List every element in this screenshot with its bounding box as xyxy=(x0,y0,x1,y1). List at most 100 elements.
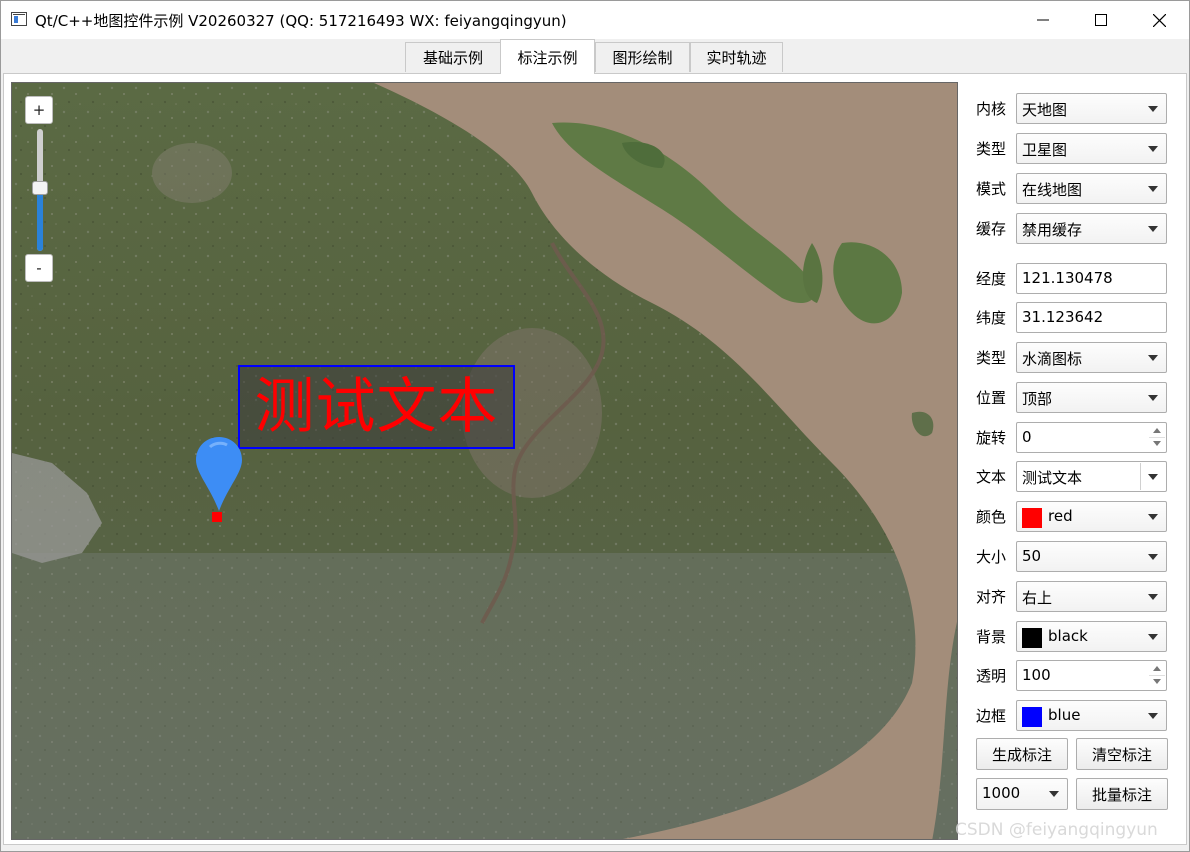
position-value: 顶部 xyxy=(1022,390,1053,408)
cache-value: 禁用缓存 xyxy=(1022,221,1083,239)
color-select[interactable]: red xyxy=(1016,501,1167,532)
opacity-spinbox[interactable]: 100 xyxy=(1016,660,1167,691)
chevron-down-icon xyxy=(1148,186,1158,192)
arrow-up-icon xyxy=(1153,428,1161,433)
border-label: 边框 xyxy=(976,707,1007,725)
tab-basic[interactable]: 基础示例 xyxy=(405,42,501,72)
minimize-icon xyxy=(1037,19,1049,21)
chevron-down-icon xyxy=(1148,634,1158,640)
color-value: red xyxy=(1048,507,1073,525)
border-value: blue xyxy=(1048,706,1081,724)
spin-down-button[interactable] xyxy=(1149,437,1165,450)
latitude-row: 纬度 31.123642 xyxy=(976,300,1176,334)
chevron-down-icon xyxy=(1148,713,1158,719)
clear-markers-button[interactable]: 清空标注 xyxy=(1076,738,1168,770)
mode-value: 在线地图 xyxy=(1022,181,1083,199)
longitude-value: 121.130478 xyxy=(1022,269,1113,287)
close-button[interactable] xyxy=(1130,1,1188,39)
batch-count-select[interactable]: 1000 xyxy=(976,778,1068,810)
cache-label: 缓存 xyxy=(976,220,1007,238)
text-label: 文本 xyxy=(976,468,1007,486)
zoom-in-button[interactable]: + xyxy=(25,96,53,124)
window-title: Qt/C++地图控件示例 V20260327 (QQ: 517216493 WX… xyxy=(35,12,567,30)
cache-row: 缓存 禁用缓存 xyxy=(976,211,1176,245)
marker-text-label[interactable]: 测试文本 xyxy=(238,365,515,449)
map-view[interactable]: + - 测试文本 xyxy=(11,82,958,840)
background-label: 背景 xyxy=(976,628,1007,646)
marker-type-label: 类型 xyxy=(976,349,1007,367)
arrow-down-icon xyxy=(1153,679,1161,684)
background-value: black xyxy=(1048,627,1088,645)
cache-select[interactable]: 禁用缓存 xyxy=(1016,213,1167,244)
position-select[interactable]: 顶部 xyxy=(1016,382,1167,413)
rotation-label: 旋转 xyxy=(976,429,1007,447)
color-row: 颜色 red xyxy=(976,499,1176,533)
align-label: 对齐 xyxy=(976,588,1007,606)
kernel-select[interactable]: 天地图 xyxy=(1016,93,1167,124)
mode-row: 模式 在线地图 xyxy=(976,171,1176,205)
teardrop-marker-icon[interactable] xyxy=(194,435,244,515)
latitude-input[interactable]: 31.123642 xyxy=(1016,302,1167,333)
app-icon xyxy=(11,12,27,26)
arrow-up-icon xyxy=(1153,666,1161,671)
combo-separator xyxy=(1140,463,1141,490)
title-bar: Qt/C++地图控件示例 V20260327 (QQ: 517216493 WX… xyxy=(1,1,1189,39)
map-type-value: 卫星图 xyxy=(1022,141,1068,159)
zoom-slider-handle[interactable] xyxy=(32,181,48,195)
text-row: 文本 测试文本 xyxy=(976,459,1176,493)
spin-up-button[interactable] xyxy=(1149,662,1165,676)
longitude-input[interactable]: 121.130478 xyxy=(1016,263,1167,294)
marker-type-row: 类型 水滴图标 xyxy=(976,340,1176,374)
rotation-spinbox[interactable]: 0 xyxy=(1016,422,1167,453)
chevron-down-icon xyxy=(1148,106,1158,112)
satellite-imagery xyxy=(12,83,957,839)
maximize-icon xyxy=(1095,14,1107,26)
latitude-label: 纬度 xyxy=(976,309,1007,327)
align-value: 右上 xyxy=(1022,589,1053,607)
minimize-button[interactable] xyxy=(1014,1,1072,39)
control-panel: 内核 天地图 类型 卫星图 模式 在线地图 缓存 禁用缓存 经度 121.130… xyxy=(966,82,1178,840)
longitude-row: 经度 121.130478 xyxy=(976,261,1176,295)
batch-count-value: 1000 xyxy=(982,784,1021,802)
marker-type-select[interactable]: 水滴图标 xyxy=(1016,342,1167,373)
spin-down-button[interactable] xyxy=(1149,675,1165,688)
batch-marker-button[interactable]: 批量标注 xyxy=(1076,778,1168,810)
opacity-row: 透明 100 xyxy=(976,658,1176,692)
background-select[interactable]: black xyxy=(1016,621,1167,652)
tab-bar: 基础示例 标注示例 图形绘制 实时轨迹 xyxy=(1,39,1189,74)
latitude-value: 31.123642 xyxy=(1022,308,1104,326)
tab-marker[interactable]: 标注示例 xyxy=(500,39,595,74)
text-value: 测试文本 xyxy=(1022,469,1083,487)
zoom-out-button[interactable]: - xyxy=(25,254,53,282)
maximize-button[interactable] xyxy=(1072,1,1130,39)
border-select[interactable]: blue xyxy=(1016,700,1167,731)
close-icon xyxy=(1152,13,1166,27)
mode-label: 模式 xyxy=(976,180,1007,198)
text-combobox[interactable]: 测试文本 xyxy=(1016,461,1167,492)
chevron-down-icon[interactable] xyxy=(1148,474,1158,480)
map-type-select[interactable]: 卫星图 xyxy=(1016,133,1167,164)
chevron-down-icon xyxy=(1049,791,1059,797)
chevron-down-icon xyxy=(1148,226,1158,232)
size-select[interactable]: 50 xyxy=(1016,541,1167,572)
position-label: 位置 xyxy=(976,389,1007,407)
tab-shapes[interactable]: 图形绘制 xyxy=(595,42,690,72)
border-swatch xyxy=(1022,707,1042,727)
tab-realtime-track[interactable]: 实时轨迹 xyxy=(690,42,783,72)
chevron-down-icon xyxy=(1148,355,1158,361)
longitude-label: 经度 xyxy=(976,270,1007,288)
opacity-label: 透明 xyxy=(976,667,1007,685)
generate-marker-button[interactable]: 生成标注 xyxy=(976,738,1068,770)
kernel-row: 内核 天地图 xyxy=(976,91,1176,125)
size-label: 大小 xyxy=(976,548,1007,566)
align-select[interactable]: 右上 xyxy=(1016,581,1167,612)
chevron-down-icon xyxy=(1148,594,1158,600)
spin-up-button[interactable] xyxy=(1149,424,1165,438)
mode-select[interactable]: 在线地图 xyxy=(1016,173,1167,204)
size-row: 大小 50 xyxy=(976,539,1176,573)
kernel-label: 内核 xyxy=(976,100,1007,118)
arrow-down-icon xyxy=(1153,441,1161,446)
map-type-label: 类型 xyxy=(976,140,1007,158)
color-swatch xyxy=(1022,508,1042,528)
color-label: 颜色 xyxy=(976,508,1007,526)
